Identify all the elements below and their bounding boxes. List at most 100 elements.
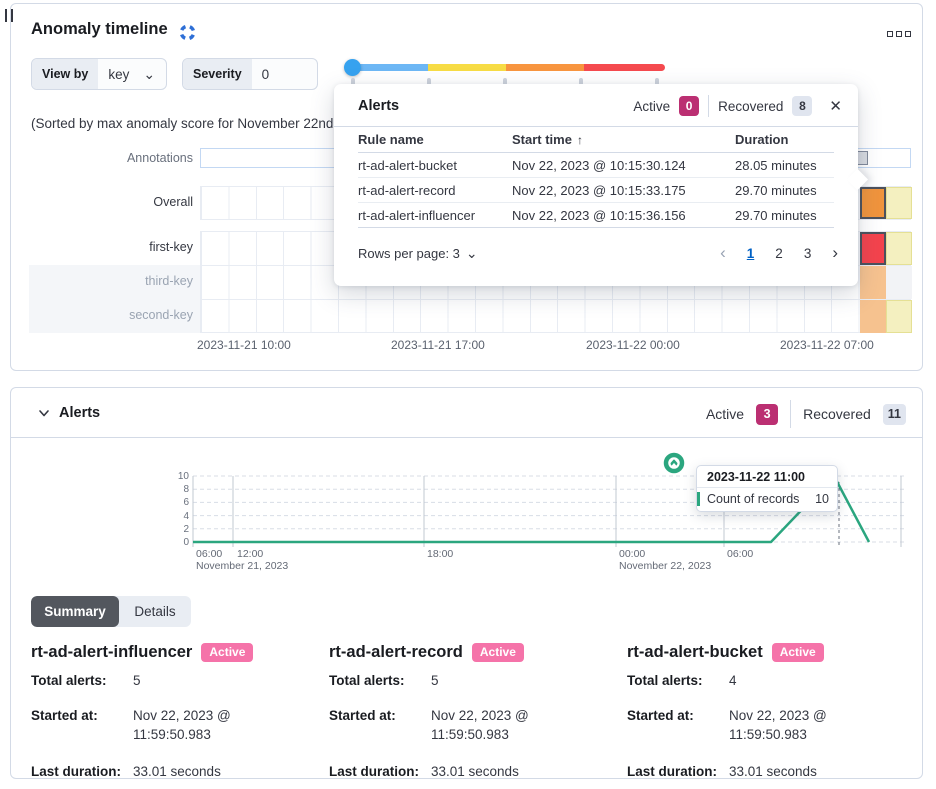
page-1[interactable]: 1 — [747, 246, 755, 261]
last-duration-value: 33.01 seconds — [133, 762, 285, 782]
swimlane-cell-third-key[interactable] — [886, 266, 912, 299]
column-duration: Duration — [735, 132, 834, 147]
annotation-marker[interactable] — [857, 151, 868, 165]
view-by-control: View by key ⌄ — [31, 58, 167, 90]
tooltip-time: 2023-11-22 11:00 — [697, 466, 837, 488]
divider — [790, 400, 791, 428]
next-page-icon[interactable]: › — [832, 243, 838, 263]
cell-rule-name: rt-ad-alert-influencer — [358, 208, 512, 223]
divider — [708, 95, 709, 117]
column-rule-name: Rule name — [358, 132, 512, 147]
alerts-panel-title: Alerts — [59, 405, 100, 421]
alert-card-record: rt-ad-alert-record Active Total alerts: … — [329, 643, 627, 781]
status-badge: Active — [772, 643, 824, 662]
annotations-label: Annotations — [11, 151, 193, 165]
cell-rule-name: rt-ad-alert-bucket — [358, 158, 512, 173]
swimlane-cell-overall-selected[interactable] — [860, 187, 886, 219]
collapse-chevron-icon[interactable] — [38, 406, 50, 418]
alerts-popup: Alerts Active 0 Recovered 8 ✕ Rule name … — [334, 84, 858, 286]
severity-slider-track[interactable] — [353, 64, 665, 71]
swimlane-cell-first-key-selected[interactable] — [860, 232, 886, 265]
swimlane-cell-first-key[interactable] — [886, 232, 912, 265]
alert-rule-name: rt-ad-alert-influencer — [31, 643, 192, 662]
last-duration-label: Last duration: — [31, 762, 133, 782]
help-beacon-icon[interactable] — [179, 24, 196, 41]
last-duration-label: Last duration: — [627, 762, 729, 782]
total-alerts-label: Total alerts: — [329, 671, 431, 691]
started-at-value: Nov 22, 2023 @ 11:59:50.983 — [729, 706, 881, 745]
tab-summary[interactable]: Summary — [31, 596, 119, 627]
page: Anomaly timeline View by key ⌄ Severity … — [0, 0, 936, 789]
svg-text:2: 2 — [183, 524, 189, 535]
lane-label-first-key: first-key — [11, 240, 193, 254]
page-3[interactable]: 3 — [804, 246, 812, 261]
cell-start-time: Nov 22, 2023 @ 10:15:30.124 — [512, 158, 735, 173]
lane-label-second-key: second-key — [11, 308, 193, 322]
alert-card-influencer: rt-ad-alert-influencer Active Total aler… — [31, 643, 329, 781]
popup-title: Alerts — [358, 98, 633, 114]
page-2[interactable]: 2 — [775, 246, 783, 261]
swimlane-cell-overall[interactable] — [886, 187, 912, 219]
table-row[interactable]: rt-ad-alert-influencer Nov 22, 2023 @ 10… — [358, 203, 834, 228]
total-alerts-value: 5 — [133, 671, 285, 691]
column-start-time[interactable]: Start time↑ — [512, 132, 735, 147]
alert-rule-name: rt-ad-alert-bucket — [627, 643, 763, 662]
page-title: Anomaly timeline — [31, 20, 168, 39]
alerts-panel-header: Alerts Active 3 Recovered 11 — [11, 388, 922, 438]
started-at-label: Started at: — [31, 706, 133, 745]
cell-duration: 29.70 minutes — [735, 183, 834, 198]
svg-text:06:00: 06:00 — [196, 548, 222, 560]
recovered-count-badge: 11 — [883, 404, 906, 425]
chart-tooltip: 2023-11-22 11:00 Count of records 10 — [696, 465, 838, 512]
svg-text:November 21, 2023: November 21, 2023 — [196, 560, 288, 572]
prev-page-icon[interactable]: ‹ — [720, 243, 726, 263]
active-label: Active — [706, 406, 744, 422]
swimlane-x-tick: 2023-11-22 07:00 — [780, 338, 874, 352]
last-duration-value: 33.01 seconds — [431, 762, 583, 782]
lane-label-third-key: third-key — [11, 274, 193, 288]
started-at-value: Nov 22, 2023 @ 11:59:50.983 — [431, 706, 583, 745]
swimlane-x-tick: 2023-11-22 00:00 — [586, 338, 680, 352]
panel-drag-handle-icon[interactable] — [5, 9, 13, 22]
swimlane-cell-third-key[interactable] — [860, 266, 886, 299]
started-at-value: Nov 22, 2023 @ 11:59:50.983 — [133, 706, 285, 745]
svg-text:00:00: 00:00 — [619, 548, 645, 560]
cell-duration: 28.05 minutes — [735, 158, 834, 173]
cell-rule-name: rt-ad-alert-record — [358, 183, 512, 198]
total-alerts-value: 5 — [431, 671, 583, 691]
svg-text:12:00: 12:00 — [237, 548, 263, 560]
swimlane-x-tick: 2023-11-21 17:00 — [391, 338, 485, 352]
severity-slider-thumb[interactable] — [344, 59, 361, 76]
recovered-label: Recovered — [718, 99, 783, 114]
svg-text:0: 0 — [183, 537, 189, 548]
last-duration-label: Last duration: — [329, 762, 431, 782]
svg-text:8: 8 — [183, 484, 189, 495]
swimlane-cell-second-key[interactable] — [860, 300, 886, 333]
rows-per-page-select[interactable]: Rows per page: 3 ⌄ — [358, 246, 478, 261]
alerts-panel: Alerts Active 3 Recovered 11 — [10, 387, 923, 779]
swimlane-cell-second-key[interactable] — [886, 300, 912, 333]
tab-details[interactable]: Details — [119, 596, 191, 627]
panel-options-icon[interactable] — [887, 31, 911, 37]
active-label: Active — [633, 99, 670, 114]
severity-input[interactable]: 0 — [252, 59, 278, 89]
svg-text:4: 4 — [183, 511, 189, 522]
chart-point-marker — [659, 448, 689, 478]
alert-summary-cards: rt-ad-alert-influencer Active Total aler… — [31, 643, 925, 781]
alerts-table: Rule name Start time↑ Duration rt-ad-ale… — [358, 127, 834, 228]
view-by-select[interactable]: key ⌄ — [98, 59, 163, 89]
last-duration-value: 33.01 seconds — [729, 762, 881, 782]
total-alerts-value: 4 — [729, 671, 881, 691]
svg-text:6: 6 — [183, 497, 189, 508]
tooltip-value: 10 — [815, 492, 829, 506]
svg-text:10: 10 — [178, 471, 190, 482]
close-icon[interactable]: ✕ — [829, 97, 842, 115]
tooltip-series: Count of records — [707, 492, 799, 506]
cell-duration: 29.70 minutes — [735, 208, 834, 223]
summary-details-tabs: Summary Details — [31, 596, 191, 627]
chevron-down-icon: ⌄ — [466, 249, 478, 257]
table-row[interactable]: rt-ad-alert-record Nov 22, 2023 @ 10:15:… — [358, 178, 834, 203]
total-alerts-label: Total alerts: — [31, 671, 133, 691]
table-row[interactable]: rt-ad-alert-bucket Nov 22, 2023 @ 10:15:… — [358, 153, 834, 178]
started-at-label: Started at: — [329, 706, 431, 745]
